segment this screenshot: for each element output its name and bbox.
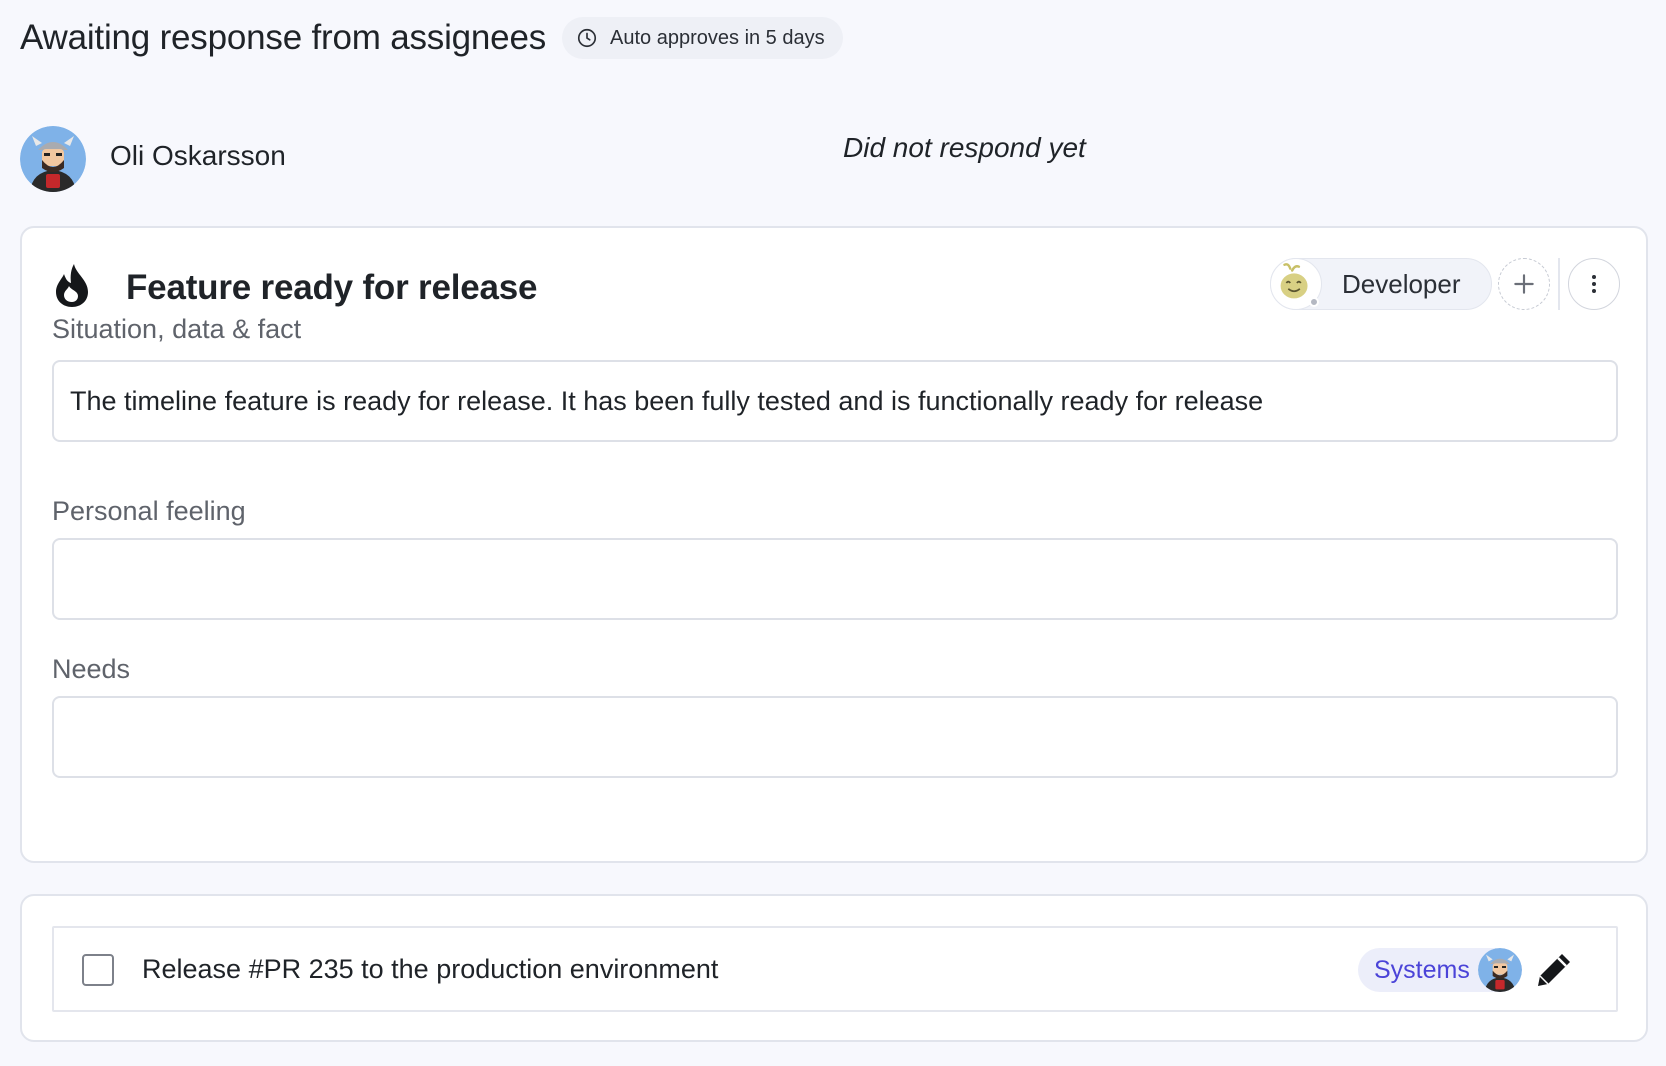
task-card: Release #PR 235 to the production enviro… — [20, 894, 1648, 1042]
tension-card: Feature ready for release Developer Situ… — [20, 226, 1648, 863]
auto-approve-badge: Auto approves in 5 days — [562, 17, 843, 59]
pencil-icon[interactable] — [1534, 950, 1574, 990]
more-options-button[interactable] — [1568, 258, 1620, 310]
page-title: Awaiting response from assignees — [20, 18, 547, 57]
assignee-name: Oli Oskarsson — [110, 140, 286, 171]
tag-label: Systems — [1374, 956, 1470, 984]
status-dot — [1309, 297, 1319, 307]
header: Awaiting response from assignees Auto ap… — [20, 12, 843, 64]
field-label-situation: Situation, data & fact — [52, 314, 302, 344]
role-label: Developer — [1342, 268, 1461, 299]
plus-icon — [1514, 274, 1534, 294]
feeling-field[interactable] — [52, 538, 1618, 620]
task-checkbox[interactable] — [82, 954, 114, 986]
role-avatar — [1270, 258, 1322, 310]
task-row: Release #PR 235 to the production enviro… — [52, 926, 1618, 1012]
role-chip[interactable]: Developer — [1270, 258, 1492, 310]
assignee-row: Oli Oskarsson Did not respond yet — [20, 126, 1640, 192]
needs-field[interactable] — [52, 696, 1618, 778]
clock-icon — [577, 28, 597, 48]
task-text: Release #PR 235 to the production enviro… — [142, 954, 719, 984]
page: Awaiting response from assignees Auto ap… — [0, 0, 1666, 1066]
auto-approve-text: Auto approves in 5 days — [610, 26, 825, 49]
more-vertical-icon — [1592, 275, 1596, 293]
avatar[interactable] — [20, 126, 86, 192]
divider — [1558, 258, 1560, 310]
tag-chip[interactable]: Systems — [1358, 948, 1522, 992]
card-title: Feature ready for release — [126, 268, 538, 307]
field-label-needs: Needs — [52, 654, 131, 684]
task-assignee-avatar — [1478, 948, 1522, 992]
add-role-button[interactable] — [1498, 258, 1550, 310]
field-label-feeling: Personal feeling — [52, 496, 246, 526]
situation-field[interactable]: The timeline feature is ready for releas… — [52, 360, 1618, 442]
response-status: Did not respond yet — [843, 132, 1086, 163]
flame-icon — [56, 264, 88, 307]
